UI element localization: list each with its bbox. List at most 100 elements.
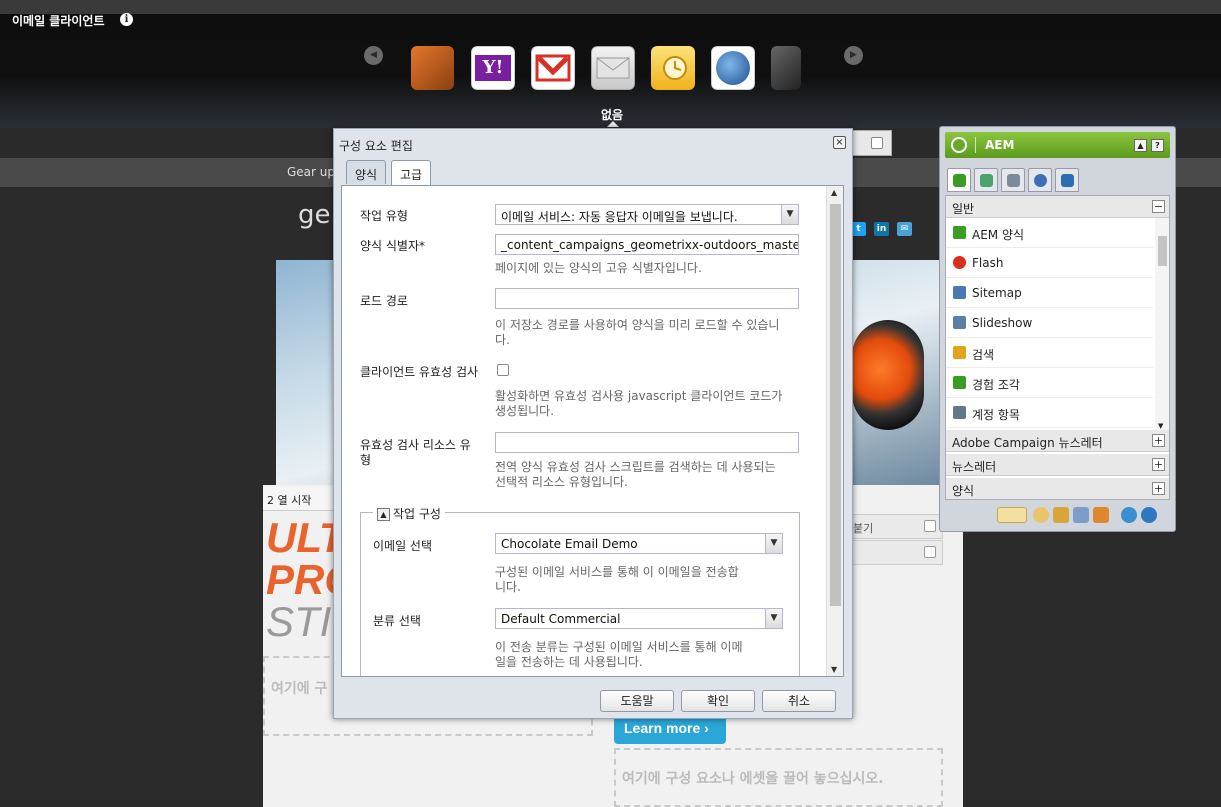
brand-logo-text: ge xyxy=(298,200,331,230)
side-row-1: 붙기 xyxy=(852,514,943,539)
drop-zone-right[interactable]: 여기에 구성 요소나 에셋을 끌어 놓으십시오. xyxy=(614,748,943,807)
side-row-checkbox[interactable] xyxy=(924,546,936,558)
dialog-body: 작업 유형 이메일 서비스: 자동 응답자 이메일을 보냅니다. ▼ 양식 식별… xyxy=(341,185,844,677)
thunderbird-icon[interactable] xyxy=(711,46,755,90)
tab-workflow[interactable] xyxy=(1055,168,1079,192)
list-item-label: Sitemap xyxy=(972,286,1022,300)
tab-page[interactable] xyxy=(974,168,998,192)
list-item[interactable]: 경험 조각 xyxy=(946,368,1153,398)
classification-select-label: 분류 선택 xyxy=(373,614,421,628)
linkedin-icon[interactable]: in xyxy=(874,222,889,236)
top-strip xyxy=(0,0,1221,14)
email-select[interactable]: Chocolate Email Demo ▼ xyxy=(495,533,783,554)
info-icon[interactable]: i xyxy=(120,13,133,26)
components-icon xyxy=(953,226,966,239)
next-arrow-icon[interactable]: ▶ xyxy=(844,46,863,65)
expand-icon[interactable]: + xyxy=(1152,458,1165,471)
outlook-icon[interactable] xyxy=(651,46,695,90)
email-share-icon[interactable]: ✉ xyxy=(897,222,912,236)
help-button[interactable]: 도움말 xyxy=(600,690,674,712)
dialog-scrollbar[interactable]: ▲ ▼ xyxy=(826,186,843,676)
collapse-toggle-icon[interactable]: ▲ xyxy=(377,508,390,521)
client-validation-checkbox[interactable] xyxy=(497,364,509,376)
section-adobe-campaign[interactable]: Adobe Campaign 뉴스레터 + xyxy=(946,430,1169,452)
chevron-down-icon[interactable]: ▼ xyxy=(781,205,798,224)
client-partial-left[interactable] xyxy=(411,46,454,90)
gmail-icon[interactable] xyxy=(531,46,575,90)
edit-mode-icon[interactable] xyxy=(997,507,1027,523)
list-item[interactable]: 계정 항목 xyxy=(946,398,1153,428)
scroll-up-icon[interactable]: ▲ xyxy=(831,188,837,197)
collapse-icon[interactable]: − xyxy=(1152,200,1165,213)
drop-zone-right-text: 여기에 구성 요소나 에셋을 끌어 놓으십시오. xyxy=(622,771,884,787)
side-row-checkbox[interactable] xyxy=(924,520,936,532)
help-icon[interactable]: ? xyxy=(1151,139,1164,152)
dialog-header[interactable]: 구성 요소 편집 × xyxy=(334,129,852,155)
section-general[interactable]: 일반 − xyxy=(946,196,1169,218)
scroll-down-icon[interactable]: ▼ xyxy=(1158,422,1163,430)
cancel-button[interactable]: 취소 xyxy=(762,690,836,712)
chevron-down-icon[interactable]: ▼ xyxy=(765,534,782,553)
scroll-down-icon[interactable]: ▼ xyxy=(831,665,837,674)
action-type-label: 작업 유형 xyxy=(360,209,408,223)
section-newsletter[interactable]: 뉴스레터 + xyxy=(946,454,1169,476)
sidekick-header[interactable]: AEM ▲ ? xyxy=(945,132,1170,158)
headline-line-3: STI xyxy=(266,598,332,643)
collapse-up-icon[interactable]: ▲ xyxy=(1134,139,1147,152)
clock-icon xyxy=(1034,174,1047,187)
list-item[interactable]: Sitemap xyxy=(946,278,1153,308)
sidekick-footer xyxy=(945,503,1170,529)
design-icon[interactable] xyxy=(1093,507,1109,523)
chevron-down-icon[interactable]: ▼ xyxy=(765,609,782,628)
validation-rt-input[interactable] xyxy=(495,432,799,453)
page-properties-icon[interactable] xyxy=(1073,507,1089,523)
tab-form[interactable]: 양식 xyxy=(346,160,387,184)
list-item[interactable]: 검색 xyxy=(946,338,1153,368)
email-hint-1: 구성된 이메일 서비스를 통해 이 이메일을 전송합 xyxy=(495,565,739,579)
sidekick-tabs xyxy=(945,165,1170,193)
gear-up-text[interactable]: Gear up xyxy=(287,165,335,179)
classification-hint-2: 일을 전송하는 데 사용됩니다. xyxy=(495,655,643,669)
side-row-2 xyxy=(852,540,943,565)
client-validation-hint-2: 생성됩니다. xyxy=(495,404,555,418)
scroll-thumb[interactable] xyxy=(1158,236,1167,266)
tab-versioning[interactable] xyxy=(1028,168,1052,192)
column-start-bar[interactable]: 2 열 시작 xyxy=(263,487,335,511)
list-item-label: Flash xyxy=(972,256,1004,270)
client-partial-right[interactable] xyxy=(771,46,801,90)
load-path-label: 로드 경로 xyxy=(360,294,408,308)
list-item[interactable]: Slideshow xyxy=(946,308,1153,338)
action-type-select[interactable]: 이메일 서비스: 자동 응답자 이메일을 보냅니다. ▼ xyxy=(495,204,799,225)
tab-lock[interactable] xyxy=(1001,168,1025,192)
section-form[interactable]: 양식 + xyxy=(946,478,1169,499)
form-id-input[interactable]: _content_campaigns_geometrixx-outdoors_m… xyxy=(495,234,799,255)
email-select-value: Chocolate Email Demo xyxy=(501,537,638,551)
tab-advanced[interactable]: 고급 xyxy=(391,160,432,185)
yahoo-icon[interactable]: Y! xyxy=(471,46,515,90)
twitter-icon[interactable]: t xyxy=(851,222,866,236)
drop-zone-left-text: 여기에 구 xyxy=(271,681,328,697)
globe-icon[interactable] xyxy=(1121,507,1137,523)
refresh-icon[interactable] xyxy=(1141,507,1157,523)
close-icon[interactable]: × xyxy=(833,136,846,149)
list-item[interactable]: Flash xyxy=(946,248,1153,278)
tab-components[interactable] xyxy=(947,168,971,192)
component-list-scrollbar[interactable]: ▼ xyxy=(1155,218,1169,430)
list-item[interactable]: AEM 양식 xyxy=(946,218,1153,248)
load-path-input[interactable] xyxy=(495,288,799,309)
action-config-legend-text: 작업 구성 xyxy=(393,507,441,521)
prev-arrow-icon[interactable]: ◀ xyxy=(364,46,383,65)
expand-icon[interactable]: + xyxy=(1152,482,1165,495)
form-id-label: 양식 식별자* xyxy=(360,239,426,253)
header-divider xyxy=(975,137,976,153)
classification-hint-1: 이 전송 분류는 구성된 이메일 서비스를 통해 이메 xyxy=(495,640,743,654)
validation-rt-label-1: 유효성 검사 리소스 유 xyxy=(360,438,471,452)
expand-icon[interactable]: + xyxy=(1152,434,1165,447)
ruler-icon[interactable] xyxy=(1053,507,1069,523)
scroll-thumb[interactable] xyxy=(830,204,841,606)
classification-select[interactable]: Default Commercial ▼ xyxy=(495,608,783,629)
mini-checkbox[interactable] xyxy=(871,137,883,149)
preview-search-icon[interactable] xyxy=(1033,507,1049,523)
ok-button[interactable]: 확인 xyxy=(681,690,755,712)
generic-mail-icon[interactable] xyxy=(591,46,635,90)
